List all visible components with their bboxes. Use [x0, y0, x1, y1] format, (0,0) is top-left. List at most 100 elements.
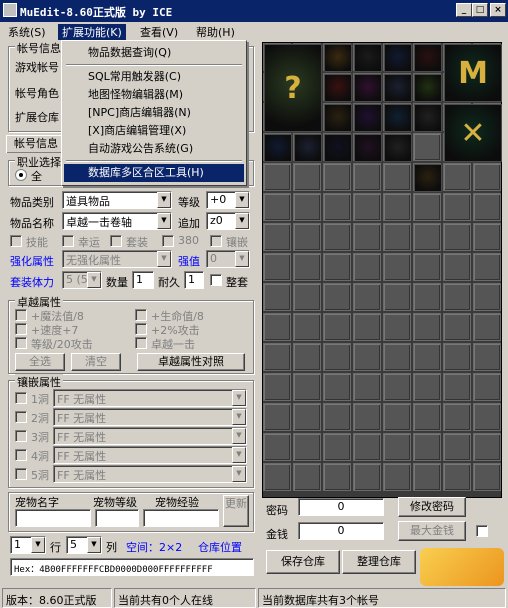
storage-slot[interactable] — [323, 163, 351, 191]
menu-item-npc-shop[interactable]: [NPC]商店编辑器(N) — [64, 104, 244, 122]
storage-slot[interactable] — [293, 373, 321, 401]
storage-slot[interactable] — [353, 373, 381, 401]
storage-item-icon[interactable] — [324, 104, 352, 132]
socket-3-checkbox[interactable] — [15, 430, 27, 442]
add-select[interactable]: z0 ▼ — [206, 212, 250, 230]
storage-slot[interactable] — [263, 193, 291, 221]
inventory-grid[interactable]: ? M ✕ — [262, 42, 502, 498]
storage-slot[interactable] — [413, 343, 441, 371]
socket-2-checkbox[interactable] — [15, 411, 27, 423]
storage-slot[interactable] — [383, 433, 411, 461]
storage-slot[interactable] — [383, 163, 411, 191]
pet-exp-input[interactable] — [143, 509, 219, 527]
storage-slot[interactable] — [323, 373, 351, 401]
set-checkbox[interactable] — [110, 235, 122, 247]
storage-item-icon[interactable] — [354, 44, 382, 72]
storage-item-icon[interactable] — [384, 44, 412, 72]
enhance-select[interactable]: 无强化属性 ▼ — [62, 250, 172, 268]
storage-slot[interactable] — [323, 343, 351, 371]
storage-slot[interactable] — [383, 313, 411, 341]
storage-slot[interactable] — [383, 253, 411, 281]
skill-checkbox[interactable] — [10, 235, 22, 247]
set-stamina-select[interactable]: 5 (5) ▼ — [62, 271, 102, 289]
storage-slot[interactable] — [263, 223, 291, 251]
enhance-value-select[interactable]: 0 ▼ — [206, 250, 250, 268]
menu-item-map-monster[interactable]: 地图怪物编辑器(M) — [64, 86, 244, 104]
storage-slot[interactable] — [323, 253, 351, 281]
storage-slot[interactable] — [473, 463, 501, 491]
storage-slot[interactable] — [353, 313, 381, 341]
storage-slot[interactable] — [293, 313, 321, 341]
storage-slot[interactable] — [473, 223, 501, 251]
storage-slot[interactable] — [263, 373, 291, 401]
storage-slot[interactable] — [413, 253, 441, 281]
storage-slot[interactable] — [293, 343, 321, 371]
storage-slot[interactable] — [383, 343, 411, 371]
password-input[interactable]: 0 — [298, 498, 384, 516]
excellent-table-button[interactable]: 卓越属性对照 — [137, 353, 245, 371]
storage-slot[interactable] — [473, 283, 501, 311]
storage-slot[interactable] — [383, 373, 411, 401]
storage-slot[interactable] — [383, 463, 411, 491]
socket-2-select[interactable]: FF 无属性 ▼ — [53, 408, 247, 426]
storage-slot[interactable] — [323, 313, 351, 341]
menu-system[interactable]: 系统(S) — [4, 24, 50, 40]
storage-item-icon[interactable] — [384, 74, 412, 102]
socket-3-select[interactable]: FF 无属性 ▼ — [53, 427, 247, 445]
storage-item-icon[interactable] — [384, 104, 412, 132]
storage-item-icon[interactable] — [264, 134, 292, 162]
storage-slot[interactable] — [353, 463, 381, 491]
category-select[interactable]: 道具物品 ▼ — [62, 191, 172, 209]
storage-slot[interactable] — [443, 223, 471, 251]
storage-slot[interactable] — [353, 283, 381, 311]
socket-checkbox[interactable] — [210, 235, 222, 247]
storage-slot[interactable] — [413, 313, 441, 341]
storage-slot[interactable] — [263, 163, 291, 191]
storage-slot[interactable] — [473, 373, 501, 401]
excellent-opt-checkbox[interactable] — [135, 337, 147, 349]
item-name-select[interactable]: 卓越一击卷轴 ▼ — [62, 212, 172, 230]
col-select[interactable]: 5 ▼ — [66, 536, 102, 554]
storage-slot[interactable] — [263, 283, 291, 311]
storage-slot[interactable] — [293, 193, 321, 221]
menu-item-item-query[interactable]: 物品数据查询(Q) — [64, 44, 244, 62]
storage-slot[interactable] — [473, 433, 501, 461]
storage-item-icon[interactable] — [384, 134, 412, 162]
menu-view[interactable]: 查看(V) — [136, 24, 182, 40]
storage-slot[interactable] — [413, 133, 441, 161]
storage-slot[interactable] — [293, 403, 321, 431]
menu-extensions[interactable]: 扩展功能(K) — [58, 24, 126, 40]
menu-help[interactable]: 帮助(H) — [192, 24, 239, 40]
socket-4-select[interactable]: FF 无属性 ▼ — [53, 446, 247, 464]
storage-slot[interactable] — [323, 193, 351, 221]
storage-slot[interactable] — [323, 433, 351, 461]
change-password-button[interactable]: 修改密码 — [398, 497, 466, 517]
storage-slot[interactable] — [443, 373, 471, 401]
close-button[interactable]: × — [490, 3, 506, 17]
tab-account-info[interactable]: 帐号信息 — [6, 135, 66, 153]
storage-item-icon[interactable] — [414, 44, 442, 72]
save-storage-button[interactable]: 保存仓库 — [266, 550, 340, 574]
storage-slot[interactable] — [263, 313, 291, 341]
storage-item-icon[interactable]: ? — [264, 44, 322, 132]
storage-slot[interactable] — [443, 433, 471, 461]
storage-item-icon[interactable] — [414, 164, 442, 192]
sort-storage-button[interactable]: 整理仓库 — [342, 550, 416, 574]
storage-slot[interactable] — [293, 223, 321, 251]
storage-slot[interactable] — [443, 253, 471, 281]
storage-slot[interactable] — [473, 403, 501, 431]
storage-item-icon[interactable] — [324, 44, 352, 72]
socket-5-select[interactable]: FF 无属性 ▼ — [53, 465, 247, 483]
money-input[interactable]: 0 — [298, 522, 384, 540]
storage-slot[interactable] — [353, 433, 381, 461]
select-all-button[interactable]: 全选 — [15, 353, 65, 371]
money-checkbox[interactable] — [476, 525, 488, 537]
storage-slot[interactable] — [353, 343, 381, 371]
storage-slot[interactable] — [413, 283, 441, 311]
luck-checkbox[interactable] — [62, 235, 74, 247]
storage-slot[interactable] — [473, 313, 501, 341]
storage-slot[interactable] — [413, 223, 441, 251]
storage-item-icon[interactable] — [354, 134, 382, 162]
storage-slot[interactable] — [323, 223, 351, 251]
storage-slot[interactable] — [383, 403, 411, 431]
